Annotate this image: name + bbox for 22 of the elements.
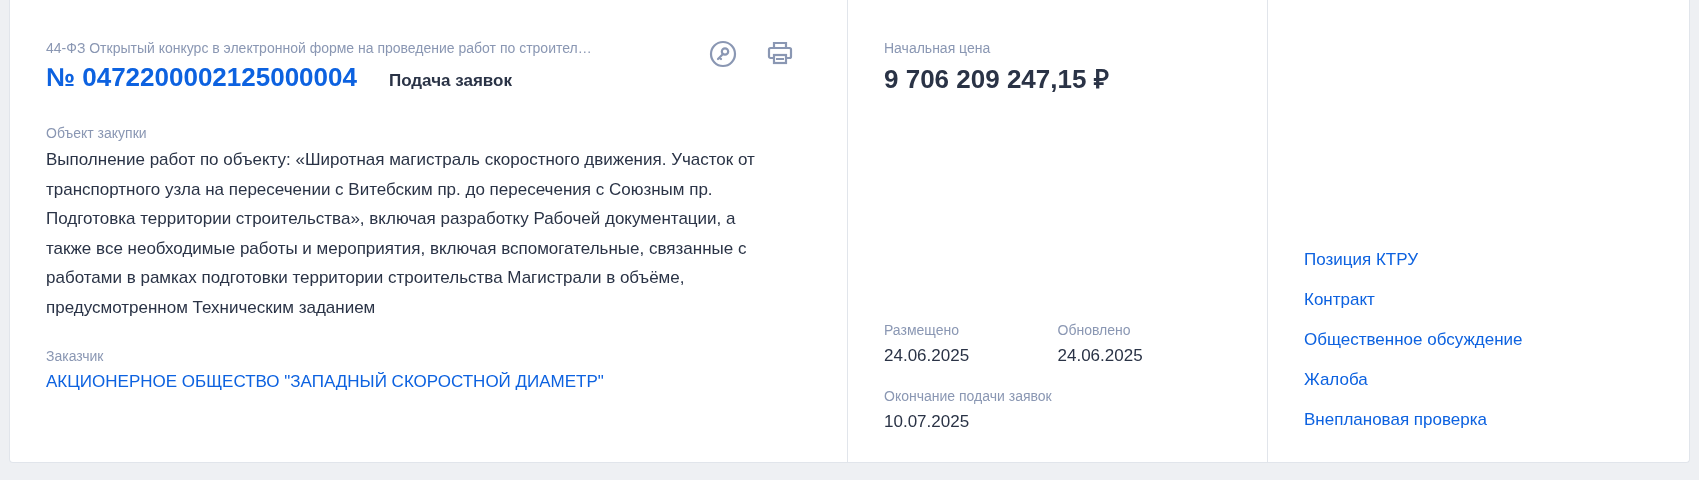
date-value: 24.06.2025	[1057, 346, 1144, 366]
field-label: Заказчик	[46, 348, 105, 364]
field-label: Размещено	[884, 322, 960, 338]
field-label: Обновлено	[1057, 322, 1132, 338]
side-link[interactable]: Общественное обсуждение	[1304, 330, 1653, 350]
date-value: 24.06.2025	[884, 346, 971, 366]
price-value: 9 706 209 247,15 ₽	[884, 63, 1110, 96]
procurement-description: Выполнение работ по объекту: «Широтная магистраль скоростного движения. Участок от транспортного узла на пересечении с Витебским пр. до пересечения с Союзным пр. Подготовка территории строительства», включая разработку Рабочей документации, а также все необходимые работы и мероприятия, включая вспомогательные, связанные с работами в рамках подготовки территории строительства Магистрали в объёме, предусмотренном Техническим заданием	[46, 149, 756, 319]
stage-label: Подача заявок	[388, 71, 512, 91]
print-icon[interactable]	[767, 40, 793, 66]
procurement-number-link[interactable]: № 0472200002125000004	[46, 62, 357, 93]
procurement-type: 44-ФЗ Открытый конкурс в электронной форме на проведение работ по строител…	[46, 40, 592, 56]
side-link[interactable]: Жалоба	[1304, 370, 1653, 390]
field-label: Окончание подачи заявок	[884, 388, 1053, 404]
key-icon[interactable]	[709, 40, 737, 68]
side-link[interactable]: Контракт	[1304, 290, 1653, 310]
field-label: Начальная цена	[884, 40, 992, 56]
date-value: 10.07.2025	[884, 412, 971, 432]
side-link[interactable]: Позиция КТРУ	[1304, 250, 1653, 270]
side-link[interactable]: Внеплановая проверка	[1304, 410, 1653, 430]
customer-link[interactable]: АКЦИОНЕРНОЕ ОБЩЕСТВО "ЗАПАДНЫЙ СКОРОСТНОЙ ДИАМЕТР"	[46, 372, 811, 392]
field-label: Объект закупки	[46, 125, 148, 141]
